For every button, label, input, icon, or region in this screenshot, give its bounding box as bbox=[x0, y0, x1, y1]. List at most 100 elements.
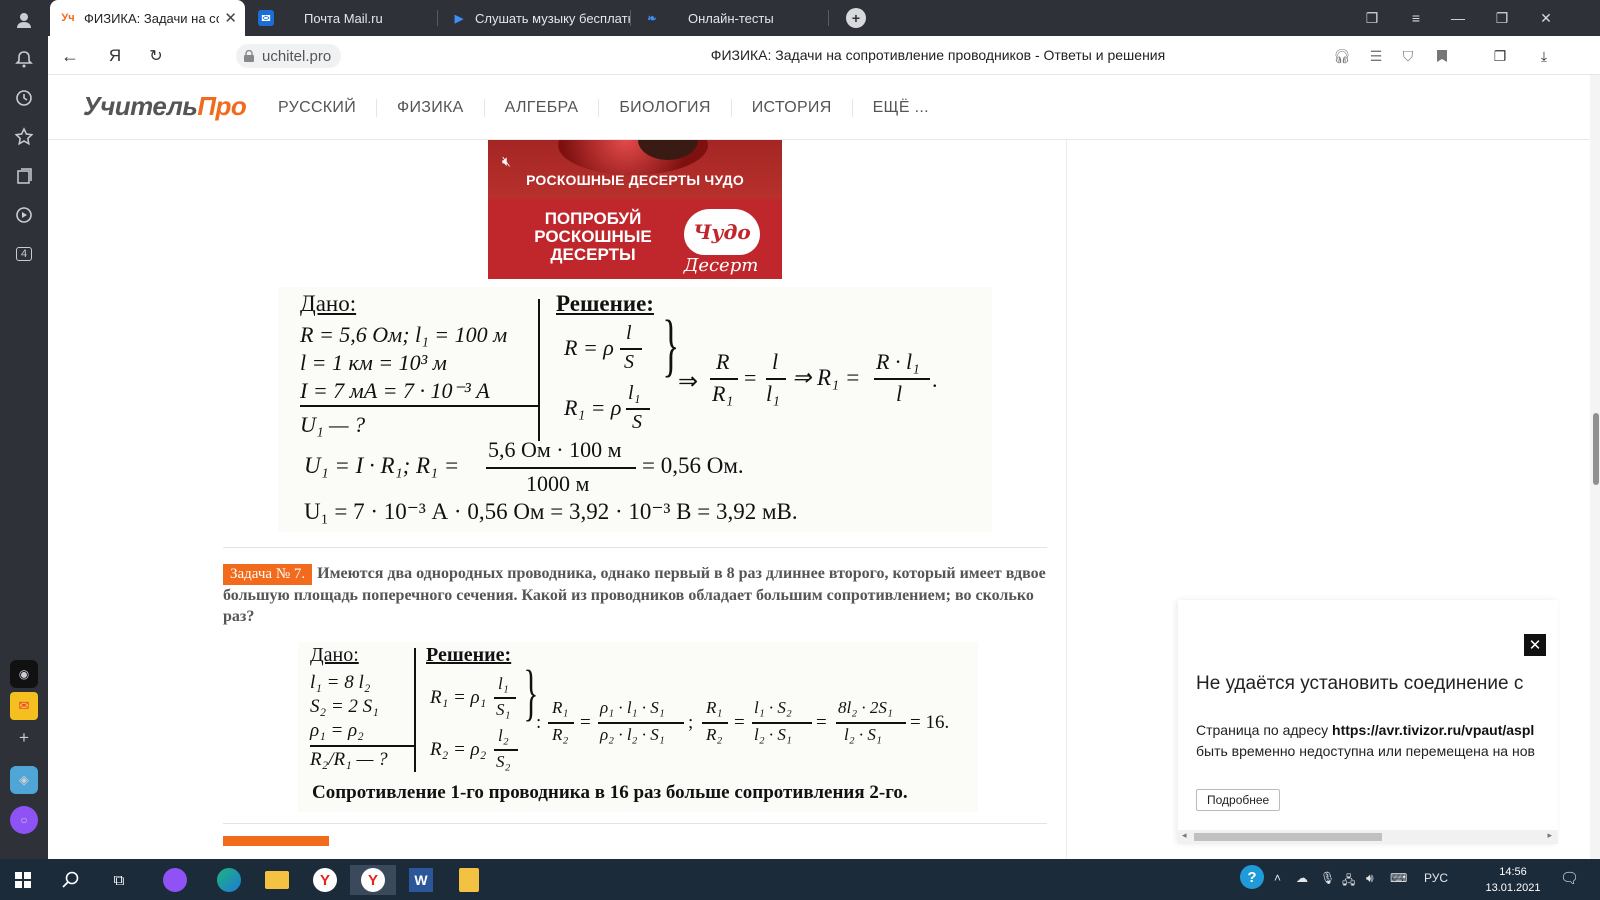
formula-lhs: R₂ = ρ₂ bbox=[430, 739, 487, 760]
network-status-icon[interactable]: ☁ bbox=[1296, 871, 1308, 885]
error-popup: ✕ Не удаётся установить соединение с Стр… bbox=[1178, 600, 1558, 844]
window-close-icon[interactable]: ✕ bbox=[1536, 8, 1556, 28]
reader-icon[interactable]: ☰ bbox=[1366, 46, 1386, 66]
next-task-badge bbox=[223, 836, 329, 846]
bookmark-icon[interactable] bbox=[1432, 46, 1452, 66]
tab-label: Слушать музыку бесплатн bbox=[475, 10, 630, 26]
notes-app-icon[interactable] bbox=[454, 865, 484, 895]
horizontal-scrollbar[interactable]: ◂ ▸ bbox=[1178, 830, 1558, 844]
tab-physics[interactable]: Уч ФИЗИКА: Задачи на сопро ✕ bbox=[50, 0, 245, 36]
given-title: Дано: bbox=[300, 291, 357, 316]
formula-lhs: R = ρ bbox=[564, 335, 614, 360]
fraction-bar bbox=[702, 722, 728, 724]
menu-item-physics[interactable]: ФИЗИКА bbox=[377, 98, 485, 117]
menu-item-history[interactable]: ИСТОРИЯ bbox=[732, 98, 853, 117]
headphones-icon[interactable]: 🎧︎ bbox=[1332, 46, 1352, 66]
alice-camera-icon[interactable]: ◉ bbox=[10, 660, 38, 688]
search-icon[interactable] bbox=[56, 865, 86, 895]
reload-icon[interactable]: ↻ bbox=[145, 45, 167, 67]
fraction-bar bbox=[486, 467, 636, 469]
fraction-bar bbox=[874, 378, 930, 380]
formula-lhs: R₁ = ρ bbox=[564, 395, 622, 420]
tab-mail[interactable]: ✉ Почта Mail.ru bbox=[248, 0, 438, 36]
menu-item-russian[interactable]: РУССКИЙ bbox=[258, 98, 378, 117]
help-icon[interactable]: ? bbox=[1240, 865, 1264, 889]
solution-image-7: Дано: Решение: l₁ = 8 l₂ S₂ = 2 S₁ ρ₁ = … bbox=[298, 642, 978, 812]
period: . bbox=[932, 367, 938, 392]
details-button[interactable]: Подробнее bbox=[1196, 789, 1281, 811]
clock[interactable]: 14:56 13.01.2021 bbox=[1483, 864, 1543, 896]
video-icon[interactable] bbox=[10, 201, 38, 229]
alice-icon[interactable]: ○ bbox=[10, 806, 38, 834]
download-icon[interactable]: ⤓ bbox=[1534, 46, 1554, 66]
semicolon: ; bbox=[688, 712, 694, 733]
keyboard-icon[interactable]: ⌨ bbox=[1390, 871, 1407, 885]
frac-den: ρ₂ · l₂ · S₁ bbox=[600, 725, 665, 744]
yandex-browser-active-icon[interactable]: Y bbox=[350, 865, 396, 895]
messenger-icon[interactable]: ◈ bbox=[10, 766, 38, 794]
add-panel-icon[interactable]: + bbox=[10, 724, 38, 752]
menu-item-algebra[interactable]: АЛГЕБРА bbox=[485, 98, 600, 117]
given-line: I = 7 мА = 7 · 10⁻³ А bbox=[300, 378, 490, 403]
bell-icon[interactable] bbox=[10, 45, 38, 73]
back-icon[interactable]: ← bbox=[59, 45, 81, 67]
star-icon[interactable] bbox=[10, 123, 38, 151]
frac-num: R bbox=[716, 349, 730, 374]
task-view-icon[interactable]: ⧉ bbox=[104, 865, 134, 895]
volume-icon[interactable]: 🔊︎ bbox=[1366, 871, 1374, 886]
edge-icon[interactable] bbox=[214, 865, 244, 895]
given-underline bbox=[300, 405, 538, 407]
play-icon: ▶ bbox=[454, 12, 464, 25]
yandex-icon[interactable]: Я bbox=[104, 45, 126, 67]
scrollbar-thumb[interactable] bbox=[1593, 413, 1599, 485]
notifications-icon[interactable]: 🗨 bbox=[1560, 869, 1579, 887]
close-icon[interactable]: ✕ bbox=[1524, 634, 1546, 656]
network-icon[interactable]: 🖧 bbox=[1342, 871, 1355, 892]
site-logo[interactable]: УчительПро bbox=[83, 91, 247, 122]
collections-icon[interactable]: ❐ bbox=[1490, 46, 1510, 66]
yandex-browser-icon[interactable]: Y bbox=[310, 865, 340, 895]
formula-num: l bbox=[626, 322, 632, 344]
collections-icon[interactable] bbox=[10, 162, 38, 190]
tab-music[interactable]: ▶ Слушать музыку бесплатн bbox=[441, 0, 631, 36]
restore-icon[interactable]: ❐ bbox=[1492, 8, 1512, 28]
protect-icon[interactable]: ⛉ bbox=[1398, 46, 1418, 66]
scroll-left-icon[interactable]: ◂ bbox=[1182, 830, 1187, 841]
taskbar: ⧉ Y Y W ? ˄ ☁ 🎙︎ 🖧 🔊︎ ⌨ РУС 14:56 13.01.… bbox=[0, 859, 1600, 900]
profile-icon[interactable] bbox=[10, 6, 38, 34]
section-divider bbox=[223, 823, 1047, 824]
formula-num: l₁ bbox=[498, 674, 509, 693]
file-explorer-icon[interactable] bbox=[262, 865, 292, 895]
tab-separator bbox=[630, 10, 631, 26]
menu-item-more[interactable]: ЕЩЁ ... bbox=[853, 99, 949, 117]
tab-separator bbox=[437, 10, 438, 26]
given-title: Дано: bbox=[310, 644, 359, 666]
error-text: Страница по адресу bbox=[1196, 722, 1333, 738]
history-icon[interactable] bbox=[10, 84, 38, 112]
windows-start-icon[interactable] bbox=[8, 865, 38, 895]
language-indicator[interactable]: РУС bbox=[1424, 871, 1448, 885]
page-scrollbar[interactable] bbox=[1590, 75, 1600, 859]
page-viewport: 🔇︎ РОСКОШНЫЕ ДЕСЕРТЫ ЧУДО ПОПРОБУЙ РОСКО… bbox=[48, 75, 1600, 859]
tabs-counter-icon[interactable]: 4 bbox=[10, 240, 38, 268]
implies-result: ⇒ R₁ = bbox=[792, 365, 861, 390]
word-icon[interactable]: W bbox=[406, 865, 436, 895]
minimize-icon[interactable]: — bbox=[1448, 8, 1468, 28]
scroll-right-icon[interactable]: ▸ bbox=[1547, 830, 1552, 841]
browser-sidebar: 4 ◉ ✉ + ◈ ○ bbox=[0, 0, 48, 900]
microphone-icon[interactable]: 🎙︎ bbox=[1320, 871, 1335, 885]
url-field[interactable]: uchitel.pro bbox=[236, 44, 342, 68]
alice-taskbar-icon[interactable] bbox=[160, 865, 190, 895]
menu-icon[interactable]: ≡ bbox=[1406, 8, 1426, 28]
menu-item-biology[interactable]: БИОЛОГИЯ bbox=[599, 98, 732, 117]
tab-tests[interactable]: ❧ Онлайн-тесты bbox=[634, 0, 829, 36]
scrollbar-thumb[interactable] bbox=[1194, 833, 1382, 841]
given-line: l₁ = 8 l₂ bbox=[310, 672, 371, 693]
new-tab-icon[interactable]: + bbox=[846, 8, 866, 28]
bookmarks-panel-icon[interactable]: ❐ bbox=[1362, 8, 1382, 28]
frac-num: 5,6 Ом · 100 м bbox=[488, 437, 622, 462]
show-hidden-icons[interactable]: ˄ bbox=[1274, 871, 1281, 885]
tab-label: Онлайн-тесты bbox=[688, 10, 774, 26]
mail-icon[interactable]: ✉ bbox=[10, 692, 38, 720]
close-icon[interactable]: ✕ bbox=[224, 9, 237, 27]
